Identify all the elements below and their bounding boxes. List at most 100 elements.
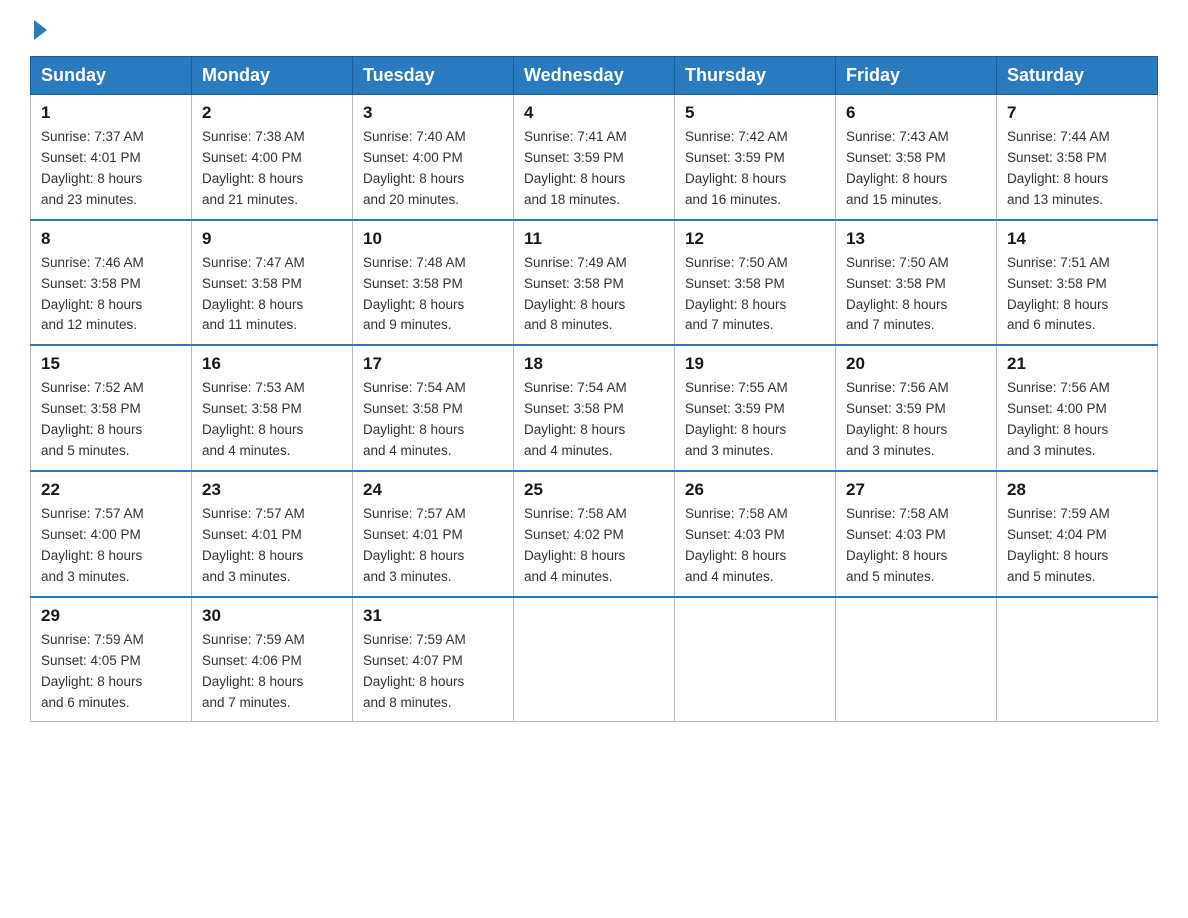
calendar-day-header: Tuesday [353,57,514,95]
day-number: 26 [685,480,825,500]
calendar-cell: 6 Sunrise: 7:43 AMSunset: 3:58 PMDaylight… [836,95,997,220]
day-number: 16 [202,354,342,374]
calendar-cell: 4 Sunrise: 7:41 AMSunset: 3:59 PMDaylight… [514,95,675,220]
calendar-cell: 16 Sunrise: 7:53 AMSunset: 3:58 PMDayligh… [192,345,353,471]
calendar-cell: 2 Sunrise: 7:38 AMSunset: 4:00 PMDaylight… [192,95,353,220]
calendar-week-row: 15 Sunrise: 7:52 AMSunset: 3:58 PMDayligh… [31,345,1158,471]
day-info: Sunrise: 7:58 AMSunset: 4:03 PMDaylight:… [685,504,825,588]
calendar-cell: 1 Sunrise: 7:37 AMSunset: 4:01 PMDaylight… [31,95,192,220]
calendar-week-row: 1 Sunrise: 7:37 AMSunset: 4:01 PMDaylight… [31,95,1158,220]
calendar-cell: 5 Sunrise: 7:42 AMSunset: 3:59 PMDaylight… [675,95,836,220]
calendar-week-row: 22 Sunrise: 7:57 AMSunset: 4:00 PMDayligh… [31,471,1158,597]
day-info: Sunrise: 7:59 AMSunset: 4:07 PMDaylight:… [363,630,503,714]
day-info: Sunrise: 7:57 AMSunset: 4:01 PMDaylight:… [363,504,503,588]
calendar-cell: 30Sunrise: 7:59 AMSunset: 4:06 PMDayligh… [192,597,353,722]
day-number: 4 [524,103,664,123]
day-number: 7 [1007,103,1147,123]
day-number: 19 [685,354,825,374]
day-info: Sunrise: 7:51 AMSunset: 3:58 PMDaylight:… [1007,253,1147,337]
day-number: 24 [363,480,503,500]
day-number: 6 [846,103,986,123]
day-number: 21 [1007,354,1147,374]
calendar-day-header: Friday [836,57,997,95]
day-number: 8 [41,229,181,249]
day-number: 12 [685,229,825,249]
calendar-cell: 8 Sunrise: 7:46 AMSunset: 3:58 PMDaylight… [31,220,192,346]
day-number: 23 [202,480,342,500]
calendar-cell: 18Sunrise: 7:54 AMSunset: 3:58 PMDayligh… [514,345,675,471]
day-number: 20 [846,354,986,374]
calendar-cell: 7 Sunrise: 7:44 AMSunset: 3:58 PMDaylight… [997,95,1158,220]
calendar-cell: 26 Sunrise: 7:58 AMSunset: 4:03 PMDayligh… [675,471,836,597]
calendar-cell [997,597,1158,722]
day-number: 9 [202,229,342,249]
day-info: Sunrise: 7:50 AMSunset: 3:58 PMDaylight:… [685,253,825,337]
day-info: Sunrise: 7:38 AMSunset: 4:00 PMDaylight:… [202,127,342,211]
day-info: Sunrise: 7:50 AMSunset: 3:58 PMDaylight:… [846,253,986,337]
day-info: Sunrise: 7:44 AMSunset: 3:58 PMDaylight:… [1007,127,1147,211]
calendar-cell: 15 Sunrise: 7:52 AMSunset: 3:58 PMDayligh… [31,345,192,471]
logo [30,20,47,36]
day-number: 14 [1007,229,1147,249]
day-info: Sunrise: 7:57 AMSunset: 4:01 PMDaylight:… [202,504,342,588]
day-info: Sunrise: 7:59 AMSunset: 4:04 PMDaylight:… [1007,504,1147,588]
calendar-cell: 22 Sunrise: 7:57 AMSunset: 4:00 PMDayligh… [31,471,192,597]
day-info: Sunrise: 7:53 AMSunset: 3:58 PMDaylight:… [202,378,342,462]
calendar-cell: 27Sunrise: 7:58 AMSunset: 4:03 PMDayligh… [836,471,997,597]
day-number: 30 [202,606,342,626]
day-info: Sunrise: 7:37 AMSunset: 4:01 PMDaylight:… [41,127,181,211]
day-info: Sunrise: 7:59 AMSunset: 4:05 PMDaylight:… [41,630,181,714]
calendar-cell: 13 Sunrise: 7:50 AMSunset: 3:58 PMDayligh… [836,220,997,346]
day-number: 15 [41,354,181,374]
calendar-cell: 14 Sunrise: 7:51 AMSunset: 3:58 PMDayligh… [997,220,1158,346]
day-info: Sunrise: 7:46 AMSunset: 3:58 PMDaylight:… [41,253,181,337]
day-info: Sunrise: 7:42 AMSunset: 3:59 PMDaylight:… [685,127,825,211]
day-info: Sunrise: 7:54 AMSunset: 3:58 PMDaylight:… [363,378,503,462]
day-number: 3 [363,103,503,123]
calendar-header-row: SundayMondayTuesdayWednesdayThursdayFrid… [31,57,1158,95]
day-number: 28 [1007,480,1147,500]
calendar-cell: 28 Sunrise: 7:59 AMSunset: 4:04 PMDayligh… [997,471,1158,597]
calendar-cell: 3 Sunrise: 7:40 AMSunset: 4:00 PMDaylight… [353,95,514,220]
calendar-day-header: Monday [192,57,353,95]
calendar-day-header: Sunday [31,57,192,95]
calendar-cell: 24 Sunrise: 7:57 AMSunset: 4:01 PMDayligh… [353,471,514,597]
day-number: 17 [363,354,503,374]
day-number: 1 [41,103,181,123]
calendar-cell: 9Sunrise: 7:47 AMSunset: 3:58 PMDaylight… [192,220,353,346]
calendar-cell: 19 Sunrise: 7:55 AMSunset: 3:59 PMDayligh… [675,345,836,471]
day-number: 27 [846,480,986,500]
day-number: 29 [41,606,181,626]
calendar-day-header: Wednesday [514,57,675,95]
calendar-cell [675,597,836,722]
day-info: Sunrise: 7:40 AMSunset: 4:00 PMDaylight:… [363,127,503,211]
calendar-day-header: Thursday [675,57,836,95]
day-info: Sunrise: 7:57 AMSunset: 4:00 PMDaylight:… [41,504,181,588]
calendar-cell: 17 Sunrise: 7:54 AMSunset: 3:58 PMDayligh… [353,345,514,471]
day-number: 2 [202,103,342,123]
day-number: 13 [846,229,986,249]
day-number: 25 [524,480,664,500]
calendar-cell: 23 Sunrise: 7:57 AMSunset: 4:01 PMDayligh… [192,471,353,597]
day-info: Sunrise: 7:55 AMSunset: 3:59 PMDaylight:… [685,378,825,462]
calendar-cell: 12 Sunrise: 7:50 AMSunset: 3:58 PMDayligh… [675,220,836,346]
day-info: Sunrise: 7:41 AMSunset: 3:59 PMDaylight:… [524,127,664,211]
day-number: 11 [524,229,664,249]
day-number: 22 [41,480,181,500]
logo-arrow-icon [34,20,47,40]
day-info: Sunrise: 7:43 AMSunset: 3:58 PMDaylight:… [846,127,986,211]
day-number: 31 [363,606,503,626]
calendar-cell [514,597,675,722]
day-info: Sunrise: 7:58 AMSunset: 4:02 PMDaylight:… [524,504,664,588]
day-info: Sunrise: 7:49 AMSunset: 3:58 PMDaylight:… [524,253,664,337]
calendar-week-row: 8 Sunrise: 7:46 AMSunset: 3:58 PMDaylight… [31,220,1158,346]
calendar-cell: 10Sunrise: 7:48 AMSunset: 3:58 PMDayligh… [353,220,514,346]
day-number: 10 [363,229,503,249]
calendar-cell: 21Sunrise: 7:56 AMSunset: 4:00 PMDayligh… [997,345,1158,471]
day-info: Sunrise: 7:52 AMSunset: 3:58 PMDaylight:… [41,378,181,462]
day-number: 5 [685,103,825,123]
day-info: Sunrise: 7:56 AMSunset: 3:59 PMDaylight:… [846,378,986,462]
calendar-cell [836,597,997,722]
calendar-week-row: 29 Sunrise: 7:59 AMSunset: 4:05 PMDayligh… [31,597,1158,722]
page-header [30,20,1158,36]
